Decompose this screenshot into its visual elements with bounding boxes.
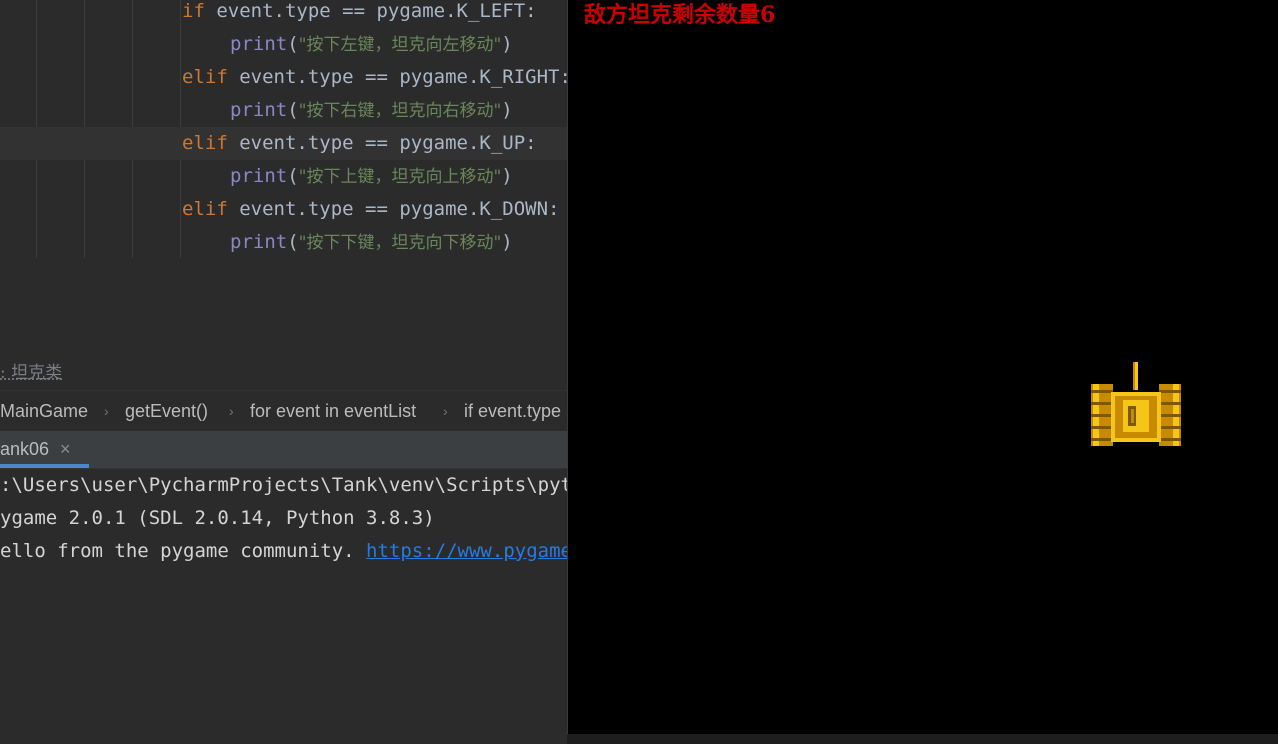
class-doc-comment: : 坦克类	[0, 363, 63, 383]
breadcrumb-item-getevent[interactable]: getEvent()	[125, 391, 208, 431]
pygame-contribute-link[interactable]: https://www.pygame.org/contribute.html	[366, 540, 567, 562]
breadcrumb-separator: ›	[104, 403, 109, 419]
code-line-print-left[interactable]: print("按下左键，坦克向左移动")	[0, 28, 567, 61]
console-line-command: :\Users\user\PycharmProjects\Tank\venv\S…	[0, 474, 567, 496]
breadcrumb-item-if[interactable]: if event.type	[464, 391, 561, 431]
close-icon[interactable]: ×	[60, 431, 71, 467]
active-tab-indicator	[0, 464, 89, 468]
code-line-print-down[interactable]: print("按下下键，坦克向下移动")	[0, 226, 567, 259]
pygame-game-window[interactable]: 敌方坦克剩余数量6	[567, 0, 1278, 734]
breadcrumb: MainGame › getEvent() › for event in eve…	[0, 390, 567, 432]
tank-sprite-icon	[1091, 362, 1181, 446]
run-tab-label: ank06	[0, 439, 50, 459]
enemy-tanks-remaining-label: 敌方坦克剩余数量6	[584, 2, 776, 28]
run-console-output[interactable]: :\Users\user\PycharmProjects\Tank\venv\S…	[0, 469, 567, 744]
code-line-print-right[interactable]: print("按下右键，坦克向右移动")	[0, 94, 567, 127]
run-tool-window-tabs: ank06 ×	[0, 431, 567, 469]
game-window-bottom-edge	[567, 734, 1278, 744]
breadcrumb-item-for-loop[interactable]: for event in eventList	[250, 391, 416, 431]
code-line-print-up[interactable]: print("按下上键，坦克向上移动")	[0, 160, 567, 193]
code-line-elif-right[interactable]: elif event.type == pygame.K_RIGHT:	[0, 61, 567, 94]
code-editor[interactable]: if event.type == pygame.K_LEFT: print("按…	[0, 0, 567, 390]
code-line-elif-down[interactable]: elif event.type == pygame.K_DOWN:	[0, 193, 567, 226]
console-line-pygame-version: ygame 2.0.1 (SDL 2.0.14, Python 3.8.3)	[0, 507, 435, 529]
code-line-if-left[interactable]: if event.type == pygame.K_LEFT:	[0, 0, 567, 28]
pycharm-ide-panel: if event.type == pygame.K_LEFT: print("按…	[0, 0, 567, 744]
code-line-elif-up[interactable]: elif event.type == pygame.K_UP:	[0, 127, 567, 160]
console-line-hello: ello from the pygame community. https://…	[0, 535, 567, 568]
breadcrumb-item-maingame[interactable]: MainGame	[0, 391, 88, 431]
run-tab-tank06[interactable]: ank06 ×	[0, 431, 89, 468]
breadcrumb-separator: ›	[443, 403, 448, 419]
breadcrumb-separator: ›	[229, 403, 234, 419]
